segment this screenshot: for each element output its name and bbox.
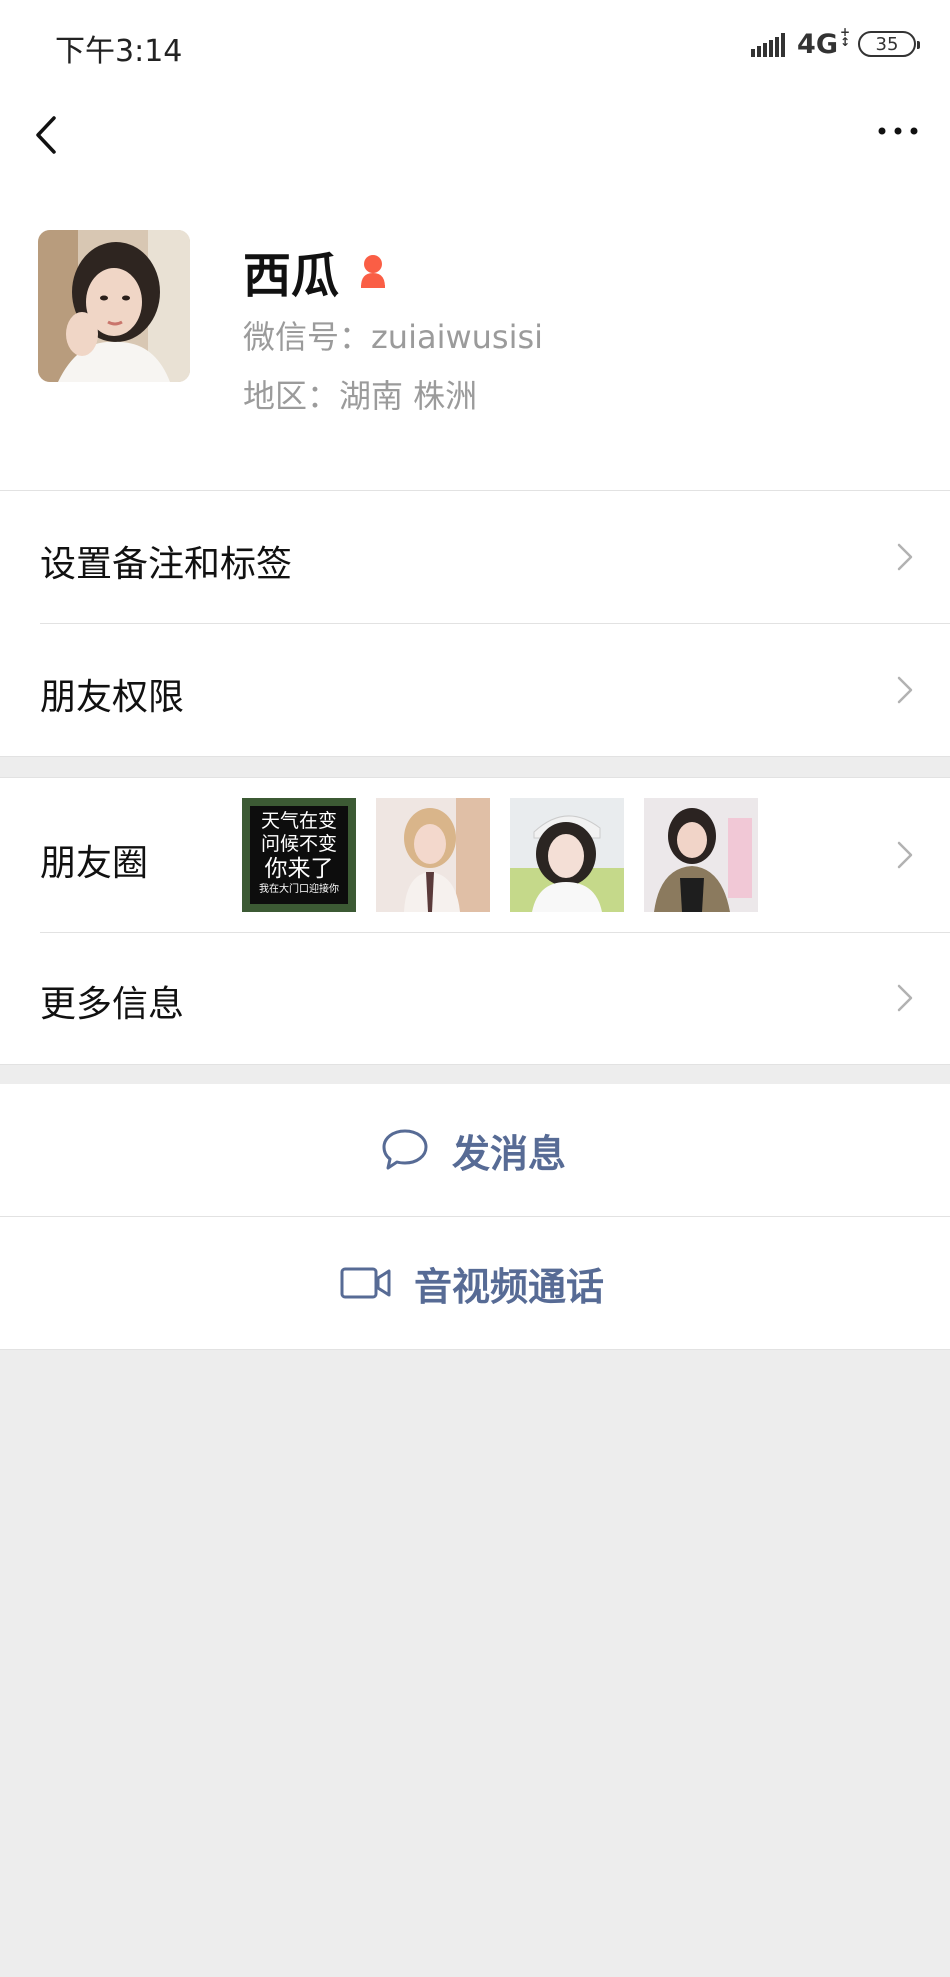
- top-nav-bar: [0, 96, 950, 196]
- contact-name: 西瓜: [243, 248, 340, 304]
- status-bar: 下午3:14 4G + ↕ 35: [0, 0, 950, 96]
- avatar[interactable]: [38, 230, 190, 382]
- divider: [0, 1064, 950, 1065]
- profile-header: 西瓜 微信号：zuiaiwusisi 地区：湖南 株洲: [0, 196, 950, 490]
- remark-tags-label: 设置备注和标签: [40, 544, 293, 585]
- thumbnail-text: 你来了: [264, 856, 334, 882]
- moments-thumbnail: [510, 798, 624, 912]
- send-message-content: 发消息: [380, 1084, 566, 1216]
- battery-level: 35: [875, 33, 899, 55]
- network-label: 4G: [797, 28, 838, 60]
- moments-thumbnail: [644, 798, 758, 912]
- thumbnail-text: 我在大门口迎接你: [259, 884, 339, 895]
- name-row: 西瓜: [243, 236, 391, 306]
- moments-photo: [376, 798, 490, 912]
- more-info-label: 更多信息: [40, 984, 185, 1025]
- divider: [0, 756, 950, 757]
- signal-icon: [749, 31, 786, 57]
- moments-label: 朋友圈: [40, 843, 149, 884]
- moments-thumbnail: [376, 798, 490, 912]
- thumbnail-text: 问候不变: [260, 833, 337, 855]
- contact-profile-screen: 下午3:14 4G + ↕ 35 西瓜 微信号：zuiaiwusisi 地区：湖…: [0, 0, 950, 1977]
- chevron-right-icon: [897, 543, 913, 571]
- thumbnail-text-card: 天气在变 问候不变 你来了 我在大门口迎接你: [250, 806, 348, 904]
- friend-permissions-row[interactable]: 朋友权限: [0, 624, 950, 756]
- video-call-label: 音视频通话: [414, 1264, 605, 1309]
- friend-permissions-label: 朋友权限: [40, 677, 185, 718]
- moments-row[interactable]: 朋友圈 天气在变 问候不变 你来了 我在大门口迎接你: [0, 778, 950, 932]
- female-icon: [361, 255, 386, 288]
- video-call-content: 音视频通话: [340, 1217, 604, 1349]
- avatar-photo: [38, 230, 190, 382]
- chevron-left-icon: [36, 116, 56, 154]
- chevron-right-icon: [897, 841, 913, 869]
- thumbnail-text: 天气在变: [260, 810, 337, 832]
- send-message-button[interactable]: 发消息: [0, 1084, 950, 1216]
- remark-tags-row[interactable]: 设置备注和标签: [0, 491, 950, 623]
- data-arrows-icon: + ↕: [839, 24, 850, 49]
- settings-section: 设置备注和标签 朋友权限: [0, 491, 950, 756]
- moments-photo: [510, 798, 624, 912]
- more-options-button[interactable]: [874, 116, 922, 146]
- battery-icon: 35: [858, 31, 920, 57]
- video-camera-icon: [340, 1267, 391, 1299]
- chevron-right-icon: [897, 676, 913, 704]
- wechat-id: 微信号：zuiaiwusisi: [243, 318, 544, 356]
- send-message-label: 发消息: [452, 1131, 567, 1176]
- moments-thumbnails: 天气在变 问候不变 你来了 我在大门口迎接你: [242, 798, 778, 912]
- back-button[interactable]: [28, 110, 68, 160]
- divider: [0, 1349, 950, 1350]
- chat-bubble-icon: [382, 1129, 428, 1170]
- video-call-button[interactable]: 音视频通话: [0, 1217, 950, 1349]
- chevron-right-icon: [897, 984, 913, 1012]
- status-time: 下午3:14: [55, 34, 183, 69]
- network-type: 4G + ↕: [797, 26, 850, 60]
- region: 地区：湖南 株洲: [243, 377, 478, 415]
- moments-section: 朋友圈 天气在变 问候不变 你来了 我在大门口迎接你 更多信息: [0, 778, 950, 1064]
- status-indicators: 4G + ↕ 35: [749, 26, 920, 60]
- moments-thumbnail: 天气在变 问候不变 你来了 我在大门口迎接你: [242, 798, 356, 912]
- more-info-row[interactable]: 更多信息: [0, 933, 950, 1065]
- more-dots-icon: [878, 127, 918, 135]
- moments-photo: [644, 798, 758, 912]
